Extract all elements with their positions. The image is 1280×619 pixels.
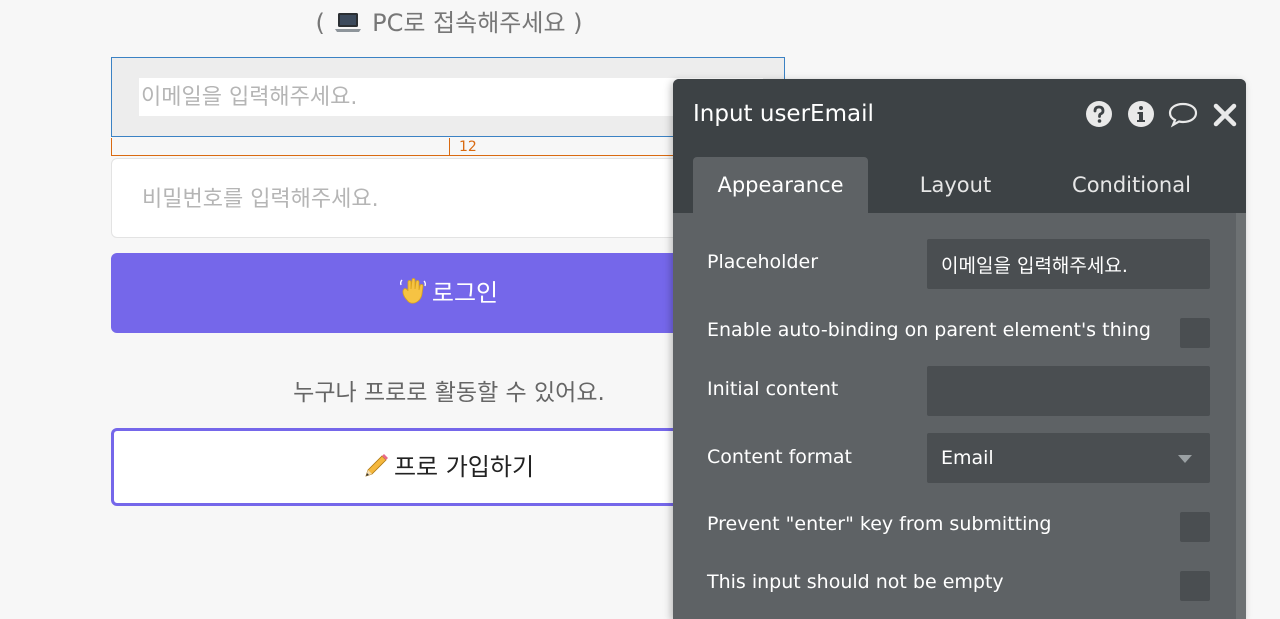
prevent-enter-label: Prevent "enter" key from submitting: [707, 513, 1052, 535]
login-label: 로그인: [431, 279, 499, 307]
pc-access-notice: ( PC로 접속해주세요 ): [112, 6, 786, 40]
panel-tabs: Appearance Layout Conditional: [673, 147, 1246, 213]
content-format-label: Content format: [707, 446, 852, 468]
tab-appearance[interactable]: Appearance: [693, 157, 868, 213]
pro-signup-label: 프로 가입하기: [393, 453, 535, 481]
help-icon[interactable]: [1085, 100, 1113, 128]
content-format-value: Email: [941, 447, 994, 469]
email-input[interactable]: [139, 78, 763, 116]
placeholder-field[interactable]: [927, 239, 1210, 289]
panel-header: Input userEmail: [673, 79, 1246, 147]
initial-content-input[interactable]: [941, 366, 1210, 416]
panel-scrollbar[interactable]: [1236, 213, 1246, 619]
waving-hand-icon: [398, 258, 428, 338]
laptop-icon: [334, 9, 362, 43]
not-empty-label: This input should not be empty: [707, 571, 1004, 593]
info-icon[interactable]: [1127, 100, 1155, 128]
placeholder-value-input[interactable]: [941, 239, 1210, 289]
property-editor-panel: Input userEmail Appearance Layout Condit…: [673, 79, 1246, 619]
close-icon[interactable]: [1212, 100, 1238, 128]
initial-content-label: Initial content: [707, 378, 839, 400]
auto-binding-label: Enable auto-binding on parent element's …: [707, 319, 1151, 341]
initial-content-field[interactable]: [927, 366, 1210, 416]
tab-layout[interactable]: Layout: [883, 157, 1028, 213]
not-empty-checkbox[interactable]: [1180, 571, 1210, 601]
panel-title: Input userEmail: [693, 101, 874, 127]
prevent-enter-checkbox[interactable]: [1180, 512, 1210, 542]
content-format-dropdown[interactable]: Email: [927, 433, 1210, 483]
spacing-value: 12: [459, 139, 477, 155]
spacing-guide-tick: [449, 138, 450, 156]
tab-conditional[interactable]: Conditional: [1053, 157, 1210, 213]
auto-binding-checkbox[interactable]: [1180, 318, 1210, 348]
notice-close-paren: ): [573, 9, 583, 37]
password-input[interactable]: [140, 179, 744, 219]
placeholder-label: Placeholder: [707, 251, 819, 273]
chevron-down-icon: [1178, 455, 1192, 463]
pencil-icon: [362, 436, 390, 508]
comment-icon[interactable]: [1167, 100, 1199, 128]
notice-text: PC로 접속해주세요: [372, 9, 566, 37]
notice-open-paren: (: [315, 9, 325, 37]
